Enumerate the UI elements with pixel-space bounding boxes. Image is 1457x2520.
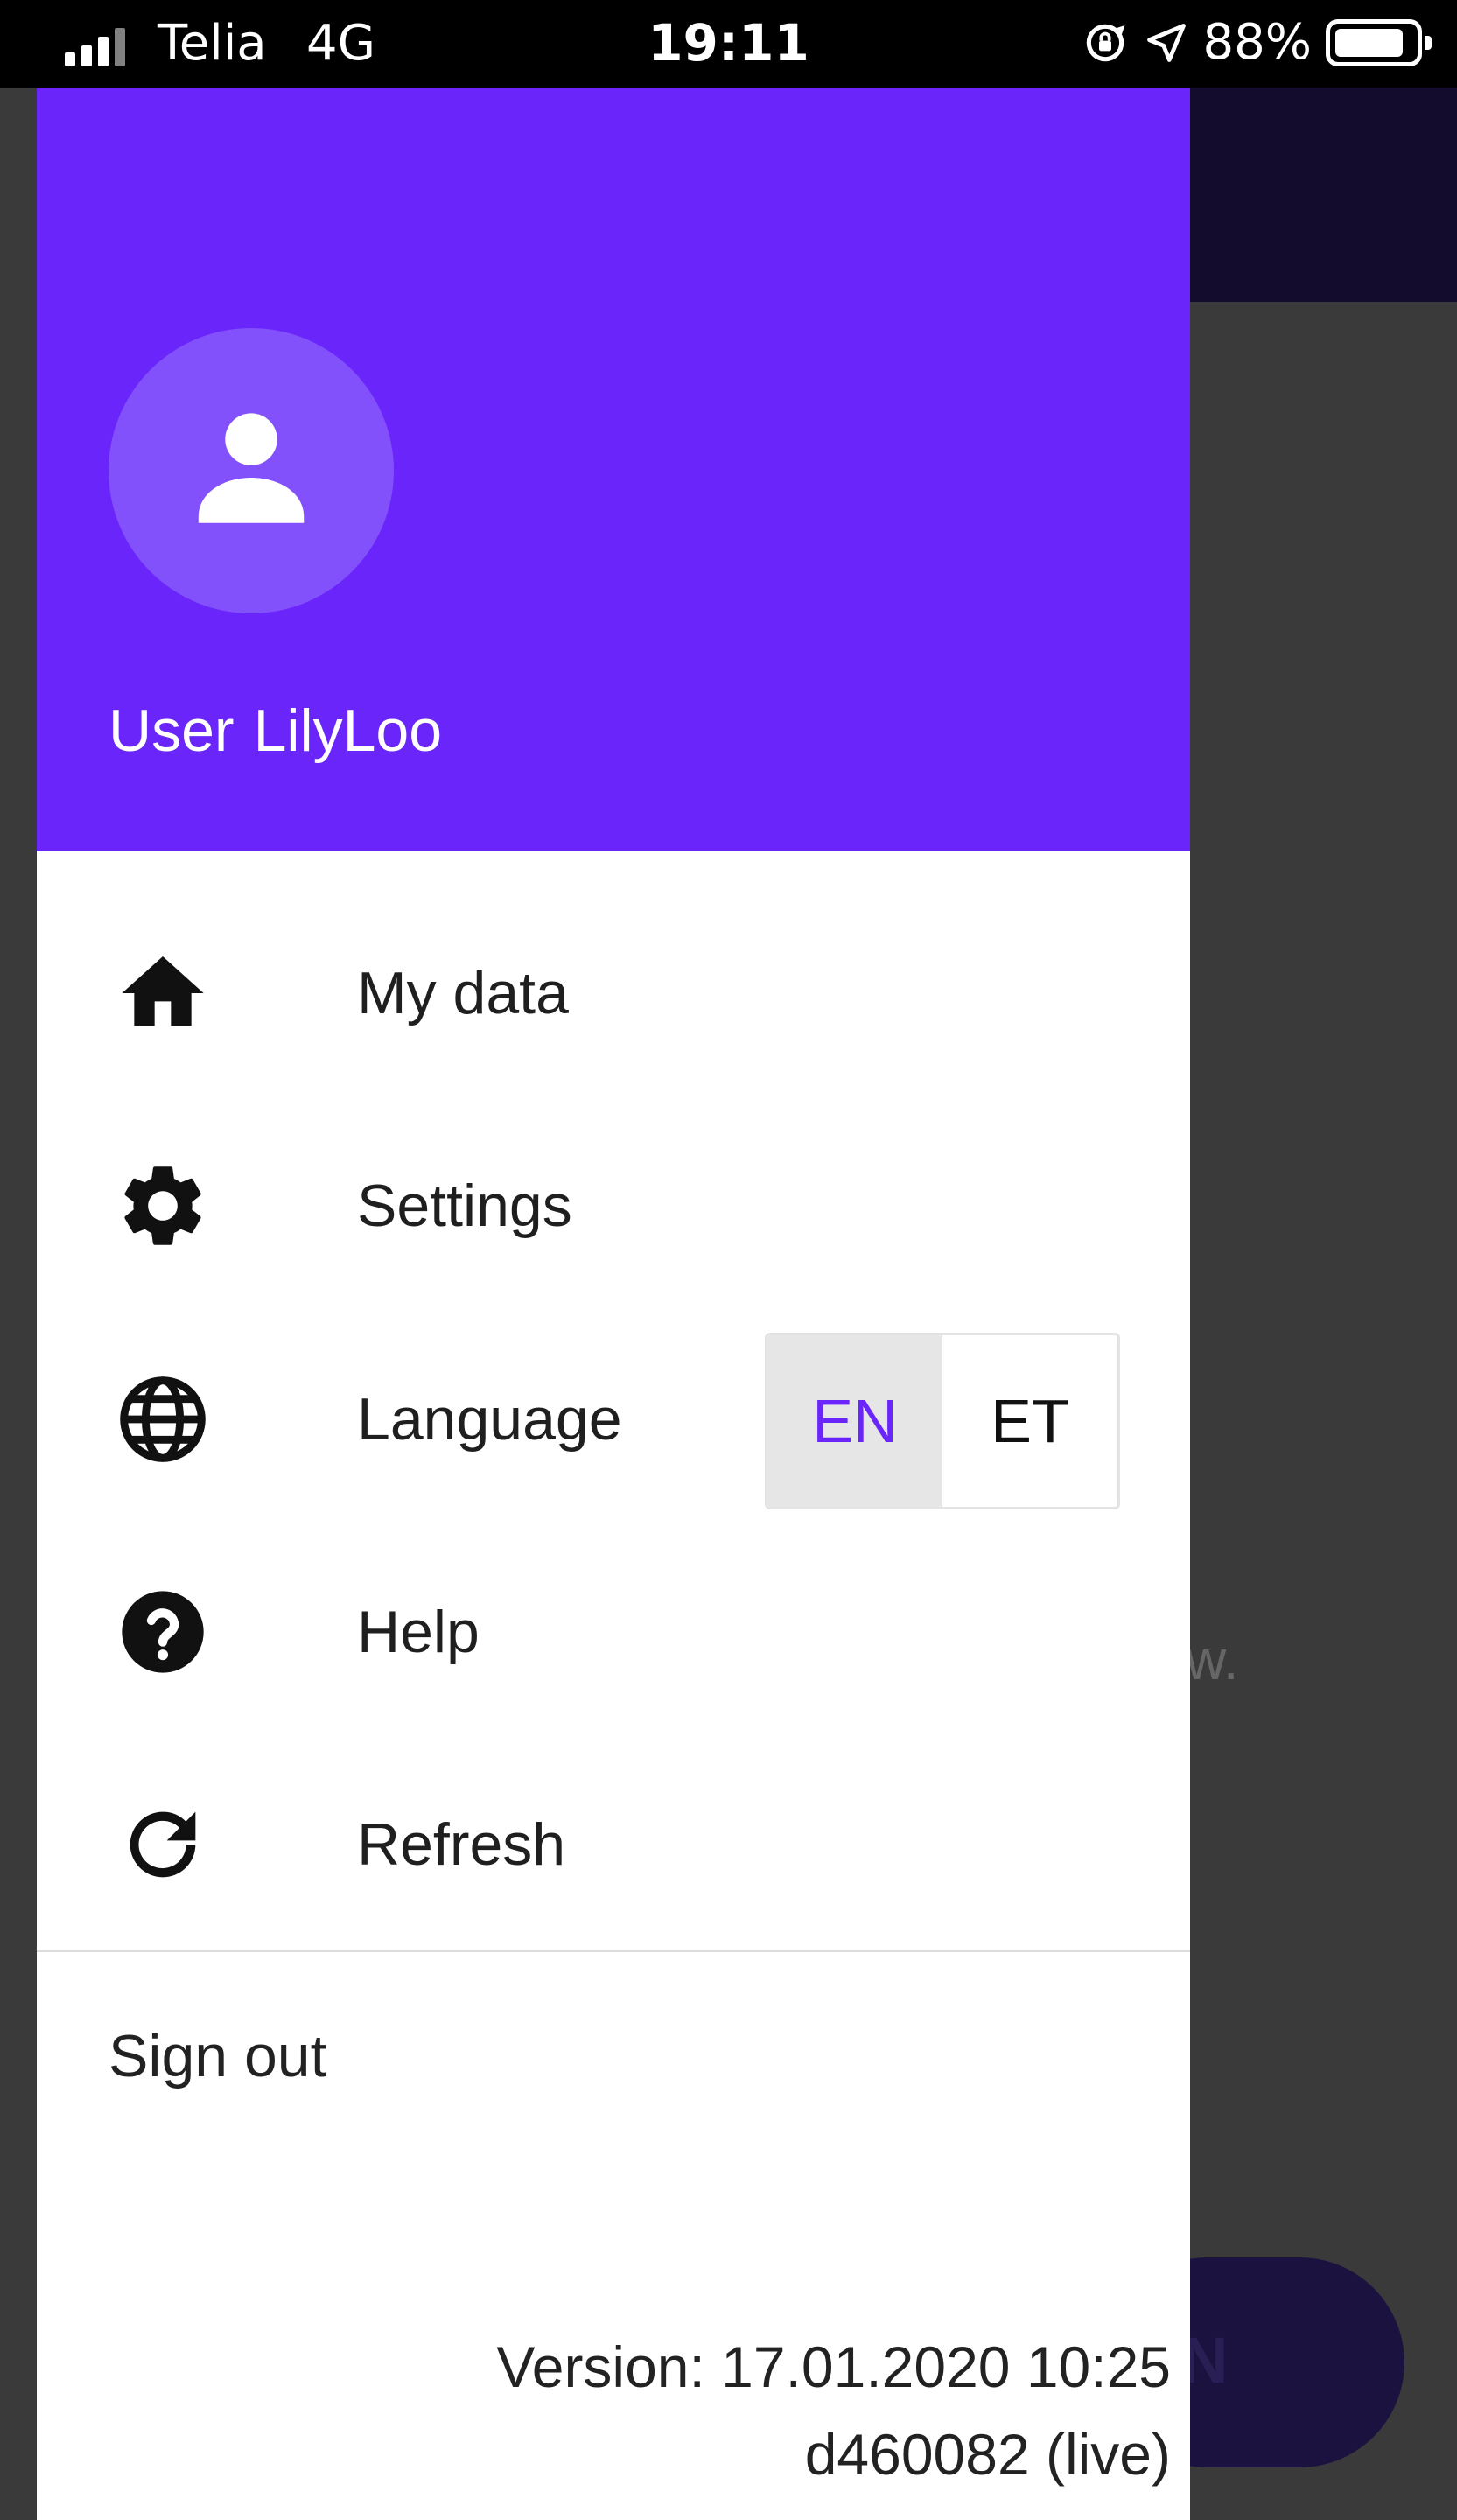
status-right: 88% — [1081, 14, 1432, 72]
battery-icon — [1326, 19, 1432, 66]
build-line: d460082 (live) — [804, 2422, 1171, 2487]
person-icon — [198, 413, 305, 523]
user-label: User — [109, 697, 235, 764]
rotation-lock-icon — [1086, 24, 1124, 62]
globe-icon — [114, 1370, 212, 1468]
sign-out-button[interactable]: Sign out — [109, 2004, 327, 2109]
user-name: LilyLoo — [253, 697, 443, 764]
menu-item-refresh[interactable]: Refresh — [37, 1757, 1190, 1932]
navigation-drawer: User LilyLoo My data Settings Language EN… — [37, 88, 1190, 2520]
user-line: User LilyLoo — [109, 691, 442, 770]
language-toggle: EN ET — [765, 1333, 1120, 1509]
gear-icon — [114, 1157, 212, 1255]
background-app-header — [1190, 88, 1457, 302]
menu-item-my-data[interactable]: My data — [37, 906, 1190, 1081]
status-bar: Telia 4G 19:11 88% — [0, 0, 1457, 88]
help-icon — [114, 1583, 212, 1681]
battery-percent: 88% — [1202, 14, 1312, 71]
menu-item-label: My data — [357, 960, 569, 1026]
menu-item-label: Refresh — [357, 1811, 566, 1878]
menu-item-help[interactable]: Help — [37, 1544, 1190, 1719]
refresh-icon — [114, 1796, 212, 1894]
menu-item-label: Language — [357, 1386, 622, 1452]
language-option-en[interactable]: EN — [767, 1335, 942, 1507]
drawer-header: User LilyLoo — [37, 88, 1190, 850]
menu-item-label: Help — [357, 1599, 480, 1665]
divider — [37, 1950, 1190, 1952]
battery-fill — [1335, 29, 1404, 57]
version-info: Version: 17.01.2020 10:25 d460082 (live) — [496, 2323, 1171, 2498]
language-option-et[interactable]: ET — [942, 1335, 1117, 1507]
menu-item-settings[interactable]: Settings — [37, 1118, 1190, 1293]
avatar[interactable] — [109, 328, 394, 613]
version-line: Version: 17.01.2020 10:25 — [496, 2334, 1171, 2399]
menu-item-label: Settings — [357, 1172, 572, 1239]
background-text: w. — [1186, 1628, 1239, 1691]
location-icon — [1146, 24, 1186, 62]
home-icon — [114, 944, 212, 1042]
